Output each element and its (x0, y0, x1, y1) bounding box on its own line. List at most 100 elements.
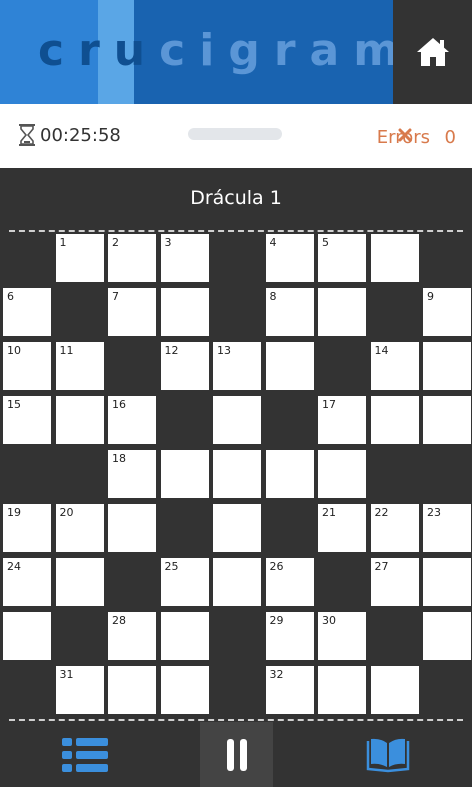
progress-bar (188, 128, 282, 140)
grid-cell[interactable]: 15 (3, 396, 51, 444)
logo-letter: r (78, 25, 114, 76)
grid-cell[interactable] (3, 612, 51, 660)
grid-cell[interactable] (423, 558, 471, 606)
grid-cell[interactable]: 8 (265, 288, 314, 336)
grid-cell[interactable] (160, 612, 209, 660)
grid-cell[interactable] (108, 666, 156, 714)
clue-number: 5 (322, 236, 329, 249)
bottom-toolbar (0, 722, 472, 787)
clue-number: 27 (374, 560, 389, 573)
grid-cell[interactable]: 19 (3, 504, 51, 552)
grid-cell[interactable]: 17 (318, 396, 366, 444)
logo-letter: u (113, 25, 160, 76)
grid-cell[interactable]: 30 (318, 612, 366, 660)
grid-cell[interactable]: 21 (318, 504, 366, 552)
grid-cell[interactable] (213, 558, 261, 606)
grid-cell[interactable] (370, 666, 419, 714)
logo-letter: c (159, 25, 200, 76)
grid-bottom-divider (9, 719, 463, 721)
grid-cell[interactable]: 29 (265, 612, 314, 660)
clue-number: 7 (112, 290, 119, 303)
grid-cell[interactable]: 23 (423, 504, 471, 552)
grid-cell[interactable]: 11 (55, 342, 104, 390)
clue-number: 24 (7, 560, 21, 573)
clue-number: 21 (322, 506, 336, 519)
clue-number: 12 (164, 344, 179, 357)
clue-number: 10 (7, 344, 21, 357)
dictionary-button[interactable] (362, 722, 414, 787)
grid-cell[interactable] (55, 558, 104, 606)
grid-cell[interactable]: 31 (55, 666, 104, 714)
pause-button[interactable] (200, 722, 273, 787)
grid-cell[interactable]: 14 (370, 342, 419, 390)
clue-number: 19 (7, 506, 21, 519)
grid-cell[interactable] (370, 396, 419, 444)
puzzle-title: Drácula 1 (190, 187, 282, 209)
grid-cell[interactable]: 28 (108, 612, 156, 660)
clue-number: 16 (112, 398, 126, 411)
grid-cell[interactable] (213, 396, 261, 444)
clue-number: 14 (374, 344, 389, 357)
grid-cell[interactable] (213, 504, 261, 552)
grid-cell[interactable] (318, 666, 366, 714)
grid-cell[interactable] (55, 396, 104, 444)
grid-cell[interactable] (108, 504, 156, 552)
grid-cell[interactable]: 22 (370, 504, 419, 552)
clues-button[interactable] (55, 722, 115, 787)
grid-cell[interactable] (423, 396, 471, 444)
grid-cell[interactable] (318, 288, 366, 336)
grid-cell[interactable]: 6 (3, 288, 51, 336)
grid-cell[interactable]: 13 (213, 342, 261, 390)
grid-cell[interactable] (423, 342, 471, 390)
clue-number: 4 (269, 236, 277, 249)
grid-cell[interactable]: 9 (423, 288, 471, 336)
grid-cell[interactable] (370, 234, 419, 282)
grid-cell[interactable] (265, 450, 314, 498)
grid-cell[interactable]: 4 (265, 234, 314, 282)
grid-cell[interactable] (318, 450, 366, 498)
logo-letter: i (199, 25, 229, 76)
home-button[interactable] (393, 0, 472, 104)
grid-cell[interactable]: 5 (318, 234, 366, 282)
grid-cell[interactable]: 20 (55, 504, 104, 552)
grid-cell[interactable] (213, 450, 261, 498)
grid-cell[interactable] (160, 450, 209, 498)
clue-number: 32 (269, 668, 284, 681)
grid-cell[interactable]: 2 (108, 234, 156, 282)
grid-cell[interactable]: 24 (3, 558, 51, 606)
clue-number: 18 (112, 452, 126, 465)
grid-cell[interactable]: 27 (370, 558, 419, 606)
logo-letter: a (309, 25, 354, 76)
clue-number: 29 (269, 614, 284, 627)
list-icon (62, 737, 108, 772)
pause-icon (226, 738, 247, 771)
clue-number: 2 (112, 236, 119, 249)
grid-cell[interactable]: 10 (3, 342, 51, 390)
clue-number: 3 (164, 236, 172, 249)
app-logo: crucigrama (0, 0, 393, 104)
timer: 00:25:58 (18, 124, 121, 146)
logo-wordmark: crucigrama (38, 25, 393, 76)
clue-number: 15 (7, 398, 21, 411)
clue-number: 1 (59, 236, 67, 249)
book-icon (366, 738, 410, 772)
grid-cell[interactable] (160, 288, 209, 336)
close-icon (398, 128, 412, 142)
grid-cell[interactable] (423, 612, 471, 660)
grid-cell[interactable] (160, 666, 209, 714)
grid-cell[interactable]: 26 (265, 558, 314, 606)
timer-value: 00:25:58 (40, 124, 121, 146)
grid-cell[interactable] (265, 342, 314, 390)
grid-cell[interactable]: 7 (108, 288, 156, 336)
grid-cell[interactable]: 1 (55, 234, 104, 282)
grid-cell[interactable]: 18 (108, 450, 156, 498)
grid-cell[interactable]: 3 (160, 234, 209, 282)
grid-cell[interactable]: 25 (160, 558, 209, 606)
grid-cell[interactable]: 12 (160, 342, 209, 390)
logo-letter: m (353, 25, 393, 76)
clue-number: 11 (59, 344, 74, 357)
grid-cell[interactable]: 16 (108, 396, 156, 444)
clue-number: 25 (164, 560, 179, 573)
grid-cell[interactable]: 32 (265, 666, 314, 714)
crossword-grid: 1 2 3 4 5 6 7 8 9 10 11 12 13 14 15 16 17 18 19 20 21 22 23 24 2… (0, 234, 472, 718)
